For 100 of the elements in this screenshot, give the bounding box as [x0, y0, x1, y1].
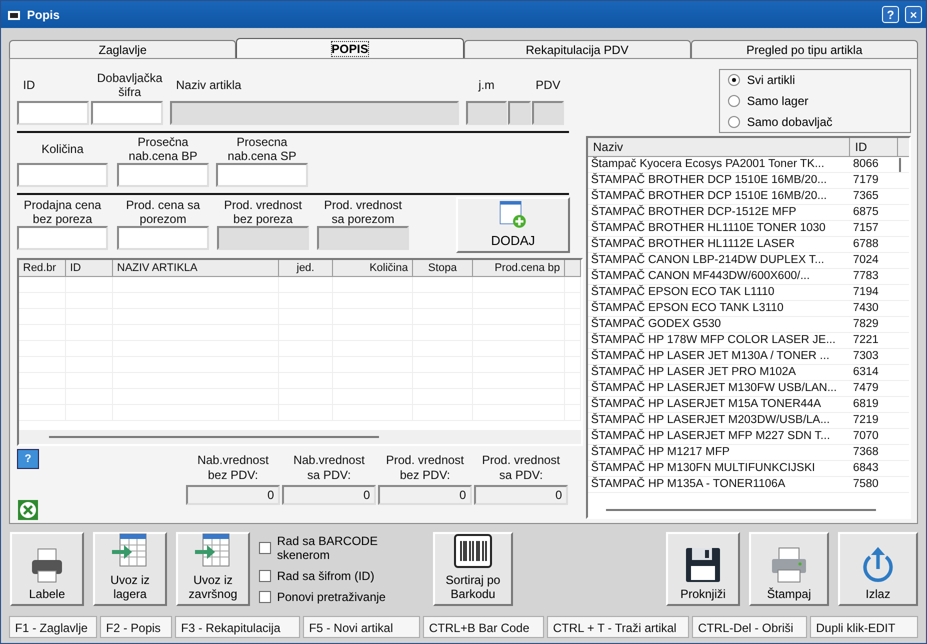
total-value: 0: [474, 485, 568, 505]
article-name[interactable]: ŠTAMPAČ EPSON ECO TANK L3110: [588, 301, 850, 316]
article-id: 7179: [852, 173, 880, 188]
article-name[interactable]: ŠTAMPAČ EPSON ECO TAK L1110: [588, 285, 850, 300]
article-name[interactable]: ŠTAMPAČ HP LASERJET M203DW/USB/LA...: [588, 413, 850, 428]
article-id: 7303: [852, 349, 880, 364]
total-label: Nab.vrednost bez PDV:: [196, 453, 270, 484]
article-id: 7479: [852, 381, 880, 396]
total-label: Prod. vrednost sa PDV:: [480, 453, 562, 484]
article-id: 6819: [852, 397, 880, 412]
printer-icon: [769, 545, 809, 585]
article-name[interactable]: ŠTAMPAČ CANON LBP-214DW DUPLEX T...: [588, 253, 850, 268]
field-label: Naziv artikla: [176, 78, 242, 92]
article-id: 7024: [852, 253, 880, 268]
help-button[interactable]: ?: [882, 6, 899, 23]
column-header: ID: [850, 138, 898, 156]
article-name[interactable]: ŠTAMPAČ HP LASERJET M130FW USB/LAN...: [588, 381, 850, 396]
field-label: Prod. cena sa porezom: [126, 198, 200, 226]
toolbar-button[interactable]: Štampaj: [749, 532, 829, 606]
add-button[interactable]: DODAJ: [456, 197, 570, 253]
article-id: 7829: [852, 317, 880, 332]
tab[interactable]: Zaglavlje: [9, 40, 236, 58]
toolbar-button[interactable]: Labele: [10, 532, 84, 606]
toolbar-button[interactable]: Uvoz iz završnog: [176, 532, 250, 606]
article-id: 7157: [852, 221, 880, 236]
scrollbar-thumb[interactable]: [606, 509, 876, 511]
total-label: Prod. vrednost bez PDV:: [384, 453, 466, 484]
article-id: 7368: [852, 445, 880, 460]
article-id: 7783: [852, 269, 880, 284]
radio-option[interactable]: Samo dobavljač: [728, 114, 902, 129]
article-name[interactable]: Štampač Kyocera Ecosys PA2001 Toner TK...: [588, 157, 850, 172]
total-label: Nab.vrednost sa PDV:: [292, 453, 366, 484]
field-label: Prodajna cena bez poreza: [24, 198, 102, 226]
article-name[interactable]: ŠTAMPAČ HP LASERJET M15A TONER44A: [588, 397, 850, 412]
input-field[interactable]: [17, 101, 89, 125]
input-field[interactable]: [117, 226, 209, 250]
input-field[interactable]: [117, 163, 209, 187]
field-label: j.m: [478, 78, 494, 92]
field-label: Prosečna nab.cena BP: [128, 135, 198, 163]
status-hint: F2 - Popis: [100, 616, 172, 638]
article-id: 7070: [852, 429, 880, 444]
field-label: Dobavljačka šifra: [97, 71, 162, 99]
field-label: Prod. vrednost sa porezom: [324, 198, 402, 226]
input-field[interactable]: [17, 226, 108, 250]
toolbar-button[interactable]: Proknjiži: [666, 532, 740, 606]
article-id: 8066: [852, 157, 880, 172]
radio-option[interactable]: Svi artikli: [728, 73, 902, 88]
total-value: 0: [282, 485, 376, 505]
total-value: 0: [186, 485, 280, 505]
toolbar-button[interactable]: Izlaz: [838, 532, 918, 606]
checkbox-option[interactable]: Ponovi pretraživanje: [259, 590, 424, 604]
column-header: Prod.cena bp: [473, 260, 565, 276]
article-name[interactable]: ŠTAMPAČ HP M1217 MFP: [588, 445, 850, 460]
column-header: Red.br: [19, 260, 66, 276]
status-hint: F3 - Rekapitulacija: [175, 616, 300, 638]
status-hint: F1 - Zaglavlje: [9, 616, 97, 638]
article-name[interactable]: ŠTAMPAČ BROTHER DCP-1512E MFP: [588, 205, 850, 220]
article-name[interactable]: ŠTAMPAČ GODEX G530: [588, 317, 850, 332]
scrollbar-thumb[interactable]: [49, 436, 379, 438]
tab[interactable]: Pregled po tipu artikla: [690, 40, 918, 58]
tab[interactable]: Rekapitulacija PDV: [464, 40, 691, 58]
input-field[interactable]: [91, 101, 163, 125]
input-field[interactable]: [17, 163, 108, 187]
article-name[interactable]: ŠTAMPAČ HP M130FN MULTIFUNKCIJSKI: [588, 461, 850, 476]
article-id: 6875: [852, 205, 880, 220]
toolbar-button[interactable]: Sortiraj po Barkodu: [433, 532, 513, 606]
input-field[interactable]: [216, 163, 308, 187]
status-hint: Dupli klik-EDIT: [810, 616, 918, 638]
field-label: PDV: [536, 78, 560, 92]
field-label: Prosecna nab.cena SP: [228, 135, 296, 163]
tab[interactable]: POPIS: [236, 38, 464, 58]
scrollbar-thumb[interactable]: [899, 158, 901, 172]
article-name[interactable]: ŠTAMPAČ HP LASER JET M130A / TONER ...: [588, 349, 850, 364]
checkbox-option[interactable]: Rad sa BARCODE skenerom: [259, 534, 424, 562]
article-name[interactable]: ŠTAMPAČ BROTHER DCP 1510E 16MB/20...: [588, 173, 850, 188]
article-name[interactable]: ŠTAMPAČ BROTHER HL1110E TONER 1030: [588, 221, 850, 236]
total-value: 0: [378, 485, 472, 505]
toolbar-button[interactable]: Uvoz iz lagera: [93, 532, 167, 606]
radio-option[interactable]: Samo lager: [728, 94, 902, 108]
article-name[interactable]: ŠTAMPAČ HP LASER JET PRO M102A: [588, 365, 850, 380]
column-header: Naziv: [588, 138, 850, 156]
article-name[interactable]: ŠTAMPAČ BROTHER HL1112E LASER: [588, 237, 850, 252]
close-button[interactable]: ×: [905, 6, 922, 23]
article-id: 7219: [852, 413, 880, 428]
status-hint: CTRL + T - Traži artikal: [547, 616, 689, 638]
article-name[interactable]: ŠTAMPAČ HP 178W MFP COLOR LASER JE...: [588, 333, 850, 348]
checkbox-option[interactable]: Rad sa šifrom (ID): [259, 569, 424, 583]
spreadsheet-icon[interactable]: [17, 499, 39, 521]
column-header: jed.: [279, 260, 333, 276]
article-name[interactable]: ŠTAMPAČ CANON MF443DW/600X600/...: [588, 269, 850, 284]
article-name[interactable]: ŠTAMPAČ HP M135A - TONER1106A: [588, 477, 850, 492]
article-name[interactable]: ŠTAMPAČ BROTHER DCP 1510E 16MB/20...: [588, 189, 850, 204]
article-id: 7221: [852, 333, 880, 348]
article-id: 7430: [852, 301, 880, 316]
article-name[interactable]: ŠTAMPAČ HP LASERJET MFP M227 SDN T...: [588, 429, 850, 444]
field-label: Količina: [41, 142, 84, 156]
field-label: ID: [23, 78, 35, 92]
field-label: Prod. vrednost bez poreza: [224, 198, 302, 226]
column-header: NAZIV ARTIKLA: [113, 260, 279, 276]
article-id: 7365: [852, 189, 880, 204]
